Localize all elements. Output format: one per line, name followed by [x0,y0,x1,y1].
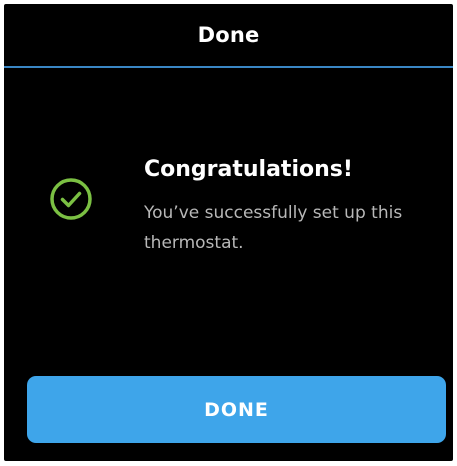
check-circle-icon [50,178,92,220]
header: Done [4,4,453,66]
done-button-label: DONE [204,398,269,421]
setup-complete-screen: Done Congratulations! You’ve successfull… [4,4,453,461]
done-button[interactable]: DONE [27,376,446,443]
success-title: Congratulations! [144,157,353,182]
success-message: You’ve successfully set up this thermost… [144,203,403,253]
header-divider [4,66,453,68]
page-title: Done [197,23,260,47]
